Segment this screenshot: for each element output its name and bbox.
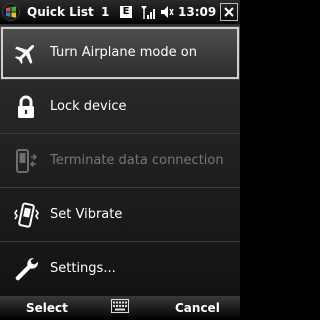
signal-icon[interactable] xyxy=(140,4,156,20)
softkey-bar: Select Cancel xyxy=(0,296,240,320)
status-bar: Quick List 1 E 13:09 xyxy=(0,0,240,24)
keyboard-icon[interactable] xyxy=(111,299,129,313)
lock-icon xyxy=(18,95,34,118)
airplane-icon xyxy=(15,44,35,64)
close-icon xyxy=(224,7,234,17)
menu-item-settings[interactable]: Settings... xyxy=(0,242,240,296)
phone-connection-icon xyxy=(16,149,38,173)
cancel-softkey[interactable]: Cancel xyxy=(175,300,220,316)
wrench-icon xyxy=(15,257,39,281)
menu-item-set-vibrate[interactable]: Set Vibrate xyxy=(0,188,240,242)
quick-list-menu: Turn Airplane mode on Lock device Termin… xyxy=(0,24,240,296)
menu-item-label: Turn Airplane mode on xyxy=(50,45,197,60)
menu-item-label: Set Vibrate xyxy=(50,207,123,222)
menu-item-label: Lock device xyxy=(50,99,127,114)
windows-start-icon[interactable] xyxy=(2,3,20,21)
clock[interactable]: 13:09 xyxy=(178,4,216,20)
menu-item-label: Terminate data connection xyxy=(50,153,224,168)
menu-item-terminate-data: Terminate data connection xyxy=(0,134,240,188)
menu-item-label: Settings... xyxy=(50,261,116,276)
vibrate-icon xyxy=(14,202,39,228)
speaker-icon[interactable] xyxy=(160,5,174,19)
app-title: Quick List xyxy=(27,5,94,19)
e-badge: E xyxy=(120,6,132,18)
menu-item-airplane-mode[interactable]: Turn Airplane mode on xyxy=(0,26,240,80)
close-button[interactable] xyxy=(220,3,238,21)
select-softkey[interactable]: Select xyxy=(26,300,68,316)
menu-item-lock-device[interactable]: Lock device xyxy=(0,80,240,134)
notification-count: 1 xyxy=(101,5,110,19)
